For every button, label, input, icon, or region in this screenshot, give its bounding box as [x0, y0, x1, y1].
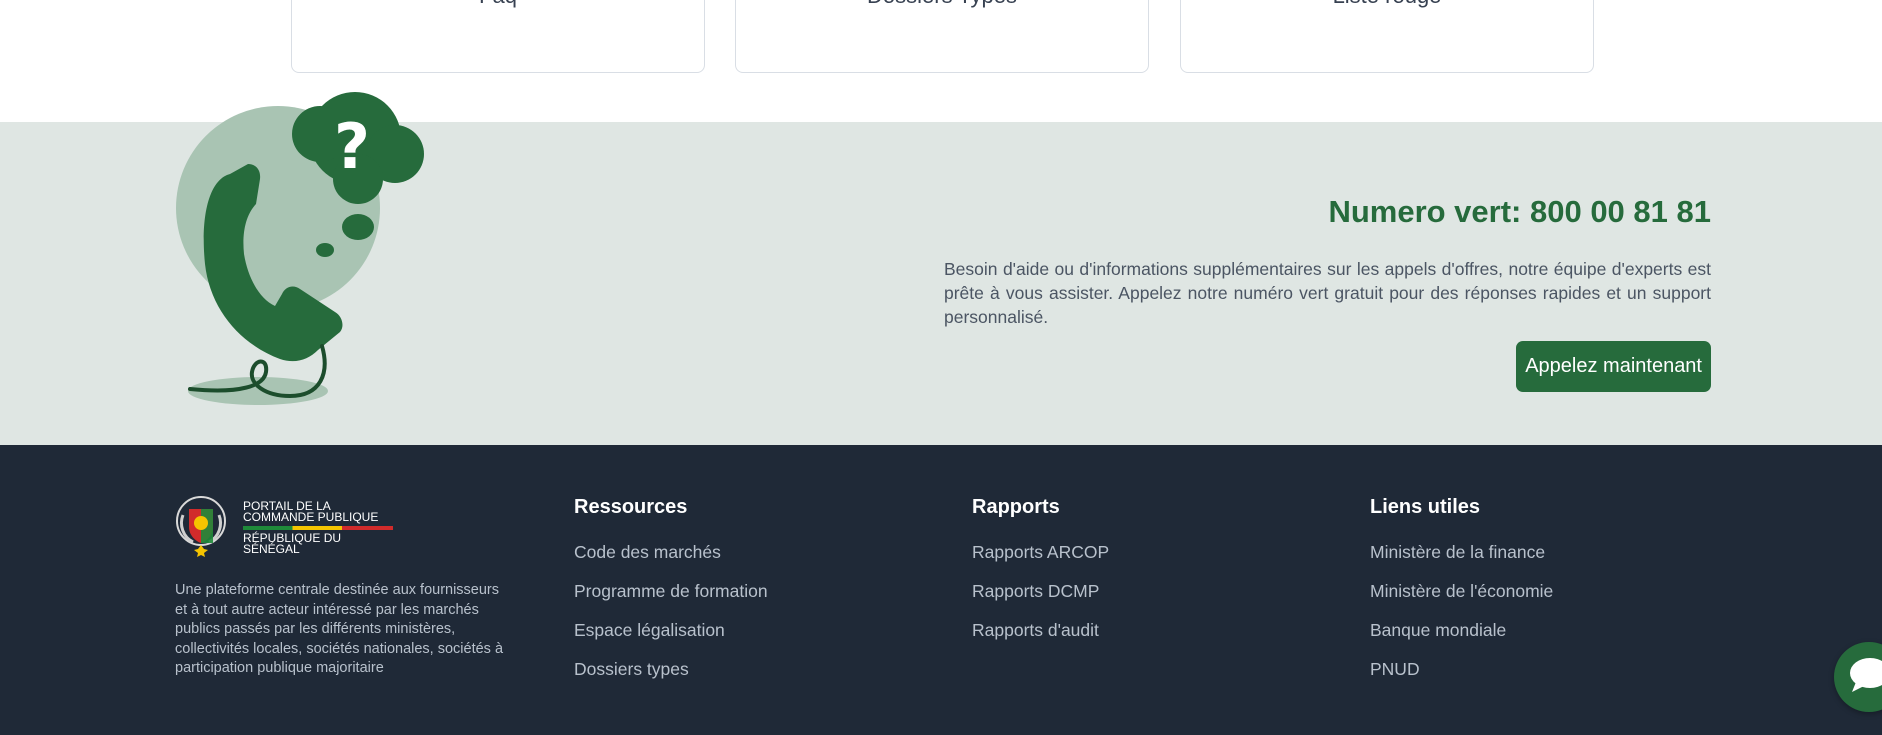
link-ministere-finance[interactable]: Ministère de la finance	[1370, 533, 1553, 572]
footer-logo[interactable]: PORTAIL DE LA COMMANDE PUBLIQUE RÉPUBLIQ…	[175, 495, 395, 557]
call-now-button[interactable]: Appelez maintenant	[1516, 341, 1711, 392]
logo-line-3: RÉPUBLIQUE DU SÉNÉGAL	[243, 531, 342, 556]
footer-column-rapports: Rapports Rapports ARCOP Rapports DCMP Ra…	[972, 495, 1109, 650]
column-title: Liens utiles	[1370, 496, 1481, 518]
card-title: Liste rouge	[1181, 0, 1593, 9]
footer-column-liens-utiles: Liens utiles Ministère de la finance Min…	[1370, 495, 1553, 689]
chat-bubble-icon	[1850, 658, 1882, 692]
link-rapports-dcmp[interactable]: Rapports DCMP	[972, 572, 1109, 611]
link-rapports-audit[interactable]: Rapports d'audit	[972, 611, 1109, 650]
logo-text: PORTAIL DE LA COMMANDE PUBLIQUE RÉPUBLIQ…	[243, 500, 395, 556]
column-title: Rapports	[972, 496, 1060, 518]
logo-line-2: COMMANDE PUBLIQUE	[243, 510, 379, 524]
card-title: Faq	[292, 0, 704, 9]
hotline-description: Besoin d'aide ou d'informations suppléme…	[944, 259, 1711, 327]
hotline-title: Numero vert: 800 00 81 81	[1328, 194, 1711, 229]
link-pnud[interactable]: PNUD	[1370, 650, 1553, 689]
phone-question-illustration: ?	[176, 92, 424, 405]
link-ministere-economie[interactable]: Ministère de l'économie	[1370, 572, 1553, 611]
card-faq[interactable]: Faq	[291, 0, 705, 73]
senegal-crest-icon	[176, 496, 226, 557]
link-banque-mondiale[interactable]: Banque mondiale	[1370, 611, 1553, 650]
card-title: Dossiers Types	[736, 0, 1148, 9]
footer-description: Une plateforme centrale destinée aux fou…	[175, 582, 504, 676]
card-dossiers-types[interactable]: Dossiers Types	[735, 0, 1149, 73]
footer: PORTAIL DE LA COMMANDE PUBLIQUE RÉPUBLIQ…	[0, 445, 1882, 735]
svg-text:?: ?	[334, 110, 370, 183]
flag-stripe	[243, 526, 393, 530]
link-rapports-arcop[interactable]: Rapports ARCOP	[972, 533, 1109, 572]
link-code-des-marches[interactable]: Code des marchés	[574, 533, 768, 572]
card-liste-rouge[interactable]: Liste rouge	[1180, 0, 1594, 73]
link-dossiers-types[interactable]: Dossiers types	[574, 650, 768, 689]
footer-column-ressources: Ressources Code des marchés Programme de…	[574, 495, 768, 689]
column-title: Ressources	[574, 496, 688, 518]
link-espace-legalisation[interactable]: Espace légalisation	[574, 611, 768, 650]
link-programme-de-formation[interactable]: Programme de formation	[574, 572, 768, 611]
